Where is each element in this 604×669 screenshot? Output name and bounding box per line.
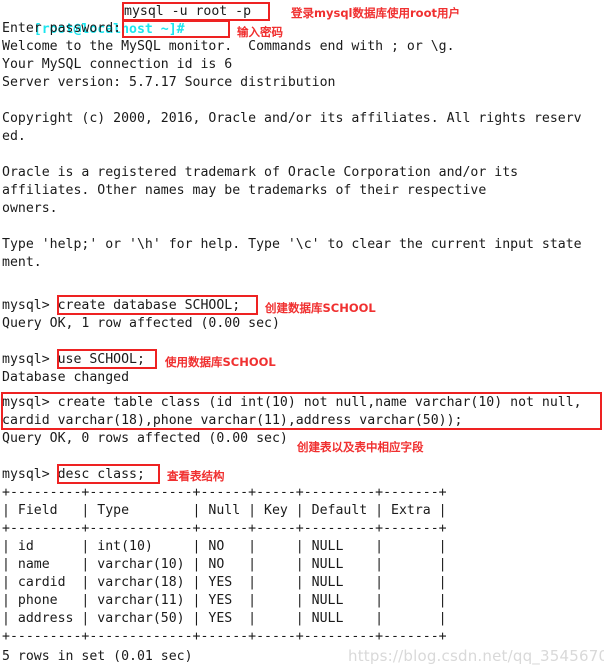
terminal-line: owners. <box>2 201 58 216</box>
annotation-login: 登录mysql数据库使用root用户 <box>291 6 460 20</box>
terminal-line: mysql> use SCHOOL; <box>2 352 145 367</box>
terminal-line: Your MySQL connection id is 6 <box>2 57 233 72</box>
terminal-line: affiliates. Other names may be trademark… <box>2 183 487 198</box>
terminal-line: 5 rows in set (0.01 sec) <box>2 649 193 664</box>
annotation-create-database: 创建数据库SCHOOL <box>265 301 376 315</box>
terminal-line: Copyright (c) 2000, 2016, Oracle and/or … <box>2 111 582 126</box>
terminal-line: mysql> create database SCHOOL; <box>2 298 241 313</box>
terminal-line: cardid varchar(18),phone varchar(11),add… <box>2 413 463 428</box>
annotation-desc-table: 查看表结构 <box>167 469 225 483</box>
terminal-line: mysql> desc class; <box>2 467 145 482</box>
terminal-line: Query OK, 0 rows affected (0.00 sec) <box>2 431 288 446</box>
terminal-line: | cardid | varchar(18) | YES | | NULL | … <box>2 575 447 590</box>
terminal-line: mysql -u root -p <box>124 4 252 19</box>
terminal-line: Enter password: <box>2 21 122 36</box>
annotation-password: 输入密码 <box>237 25 283 39</box>
terminal-line: ment. <box>2 255 42 270</box>
terminal-line: | address | varchar(50) | YES | | NULL |… <box>2 611 447 626</box>
terminal-line: | id | int(10) | NO | | NULL | | <box>2 539 447 554</box>
annotation-create-table: 创建表以及表中相应字段 <box>297 440 424 454</box>
terminal-line: +---------+-------------+------+-----+--… <box>2 521 447 536</box>
terminal-line: Type 'help;' or '\h' for help. Type '\c'… <box>2 237 582 252</box>
terminal-window: [root@localhost ~]# mysql -u root -p Ente… <box>0 0 604 669</box>
csdn-watermark: https://blog.csdn.net/qq_35456705 <box>348 647 604 665</box>
terminal-line: | Field | Type | Null | Key | Default | … <box>2 503 447 518</box>
terminal-line: | name | varchar(10) | NO | | NULL | | <box>2 557 447 572</box>
terminal-line: mysql> create table class (id int(10) no… <box>2 395 582 410</box>
terminal-line: +---------+-------------+------+-----+--… <box>2 485 447 500</box>
terminal-line: Query OK, 1 row affected (0.00 sec) <box>2 316 280 331</box>
terminal-line: ed. <box>2 129 26 144</box>
terminal-line: +---------+-------------+------+-----+--… <box>2 629 447 644</box>
terminal-line: Database changed <box>2 370 130 385</box>
terminal-line: | phone | varchar(11) | YES | | NULL | | <box>2 593 447 608</box>
terminal-line: Welcome to the MySQL monitor. Commands e… <box>2 39 455 54</box>
terminal-line: Oracle is a registered trademark of Orac… <box>2 165 519 180</box>
annotation-use-database: 使用数据库SCHOOL <box>165 355 276 369</box>
terminal-line: Server version: 5.7.17 Source distributi… <box>2 75 336 90</box>
